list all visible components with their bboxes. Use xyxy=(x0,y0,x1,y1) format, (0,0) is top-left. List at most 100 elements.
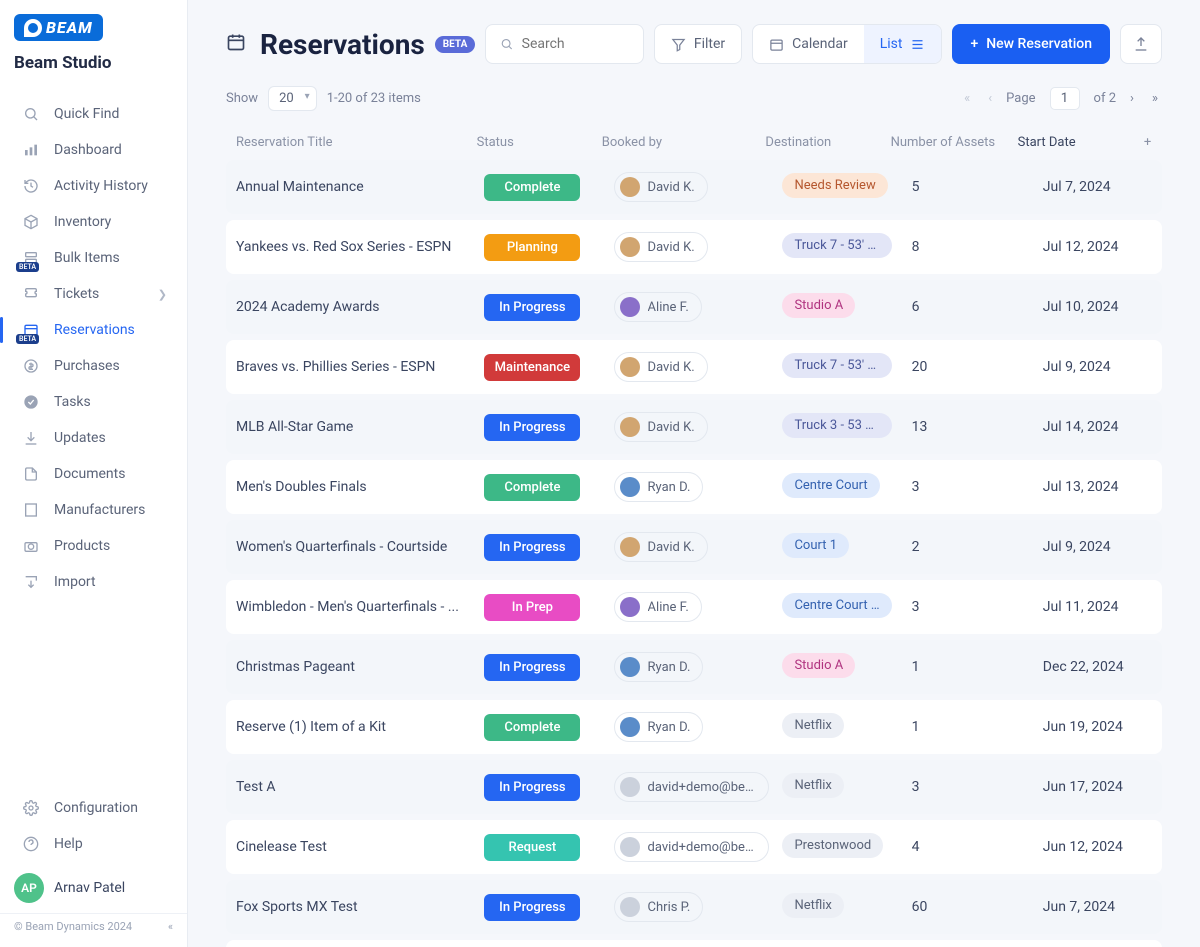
page-input[interactable] xyxy=(1050,87,1080,110)
sidebar: BEAM Beam Studio Quick FindDashboardActi… xyxy=(0,0,188,947)
logo[interactable]: BEAM xyxy=(0,0,187,41)
filter-button[interactable]: Filter xyxy=(654,24,742,64)
cell-destination: Truck 7 - 53' HD xyxy=(782,353,911,382)
cell-assets: 3 xyxy=(912,599,1043,615)
toolbar: Show 20 1-20 of 23 items « ‹ Page of 2 ›… xyxy=(188,84,1200,125)
col-status[interactable]: Status xyxy=(477,135,602,150)
col-assets[interactable]: Number of Assets xyxy=(891,135,1018,150)
sidebar-item-import[interactable]: Import xyxy=(6,565,181,599)
cell-assets: 1 xyxy=(912,719,1043,735)
sidebar-item-inventory[interactable]: Inventory xyxy=(6,205,181,239)
sidebar-item-reservations[interactable]: ReservationsBETA xyxy=(6,313,181,347)
plus-icon: + xyxy=(970,36,978,52)
check-icon xyxy=(20,394,42,410)
cell-assets: 3 xyxy=(912,779,1043,795)
studio-name: Beam Studio xyxy=(0,41,187,91)
cell-destination: Netflix xyxy=(782,773,911,802)
list-icon xyxy=(910,37,925,52)
cell-date: Jun 19, 2024 xyxy=(1043,719,1162,735)
cell-date: Dec 22, 2024 xyxy=(1043,659,1162,675)
sidebar-item-bulk-items[interactable]: Bulk ItemsBETA xyxy=(6,241,181,275)
upload-button[interactable] xyxy=(1120,24,1162,64)
sidebar-item-purchases[interactable]: Purchases xyxy=(6,349,181,383)
beta-badge: BETA xyxy=(16,334,39,344)
sidebar-item-dashboard[interactable]: Dashboard xyxy=(6,133,181,167)
table-row[interactable]: Women's Quarterfinals - CourtsideIn Prog… xyxy=(226,520,1162,574)
cell-assets: 20 xyxy=(912,359,1043,375)
col-booked[interactable]: Booked by xyxy=(602,135,766,150)
table-row[interactable]: Men's Doubles FinalsCompleteRyan D.Centr… xyxy=(226,460,1162,514)
table-row[interactable]: College World Series - OmahaIn ProgressD… xyxy=(226,940,1162,947)
cell-booked: Ryan D. xyxy=(614,652,783,682)
table-row[interactable]: Fox Sports MX TestIn ProgressChris P.Net… xyxy=(226,880,1162,934)
cell-destination: Netflix xyxy=(782,713,911,742)
prev-page-icon[interactable]: ‹ xyxy=(984,87,996,110)
cell-assets: 4 xyxy=(912,839,1043,855)
new-reservation-button[interactable]: + New Reservation xyxy=(952,24,1110,64)
cell-status: In Progress xyxy=(484,294,613,321)
cell-date: Jul 11, 2024 xyxy=(1043,599,1162,615)
col-date[interactable]: Start Date xyxy=(1018,135,1134,150)
main: Reservations BETA Filter Calendar List +… xyxy=(188,0,1200,947)
down-icon xyxy=(20,430,42,446)
list-view-button[interactable]: List xyxy=(864,25,942,63)
cell-title: Wimbledon - Men's Quarterfinals - ... xyxy=(226,599,484,615)
sidebar-item-manufacturers[interactable]: Manufacturers xyxy=(6,493,181,527)
table-row[interactable]: MLB All-Star GameIn ProgressDavid K.Truc… xyxy=(226,400,1162,454)
sidebar-item-quick-find[interactable]: Quick Find xyxy=(6,97,181,131)
beta-badge: BETA xyxy=(435,36,476,53)
collapse-sidebar-icon[interactable]: « xyxy=(168,920,173,933)
col-title[interactable]: Reservation Title xyxy=(226,135,477,150)
chevron-right-icon: ❯ xyxy=(158,288,167,301)
first-page-icon[interactable]: « xyxy=(960,87,974,110)
table-row[interactable]: 2024 Academy AwardsIn ProgressAline F.St… xyxy=(226,280,1162,334)
cell-assets: 2 xyxy=(912,539,1043,555)
cell-assets: 8 xyxy=(912,239,1043,255)
cell-assets: 1 xyxy=(912,659,1043,675)
table-row[interactable]: Reserve (1) Item of a KitCompleteRyan D.… xyxy=(226,700,1162,754)
table-row[interactable]: Braves vs. Phillies Series - ESPNMainten… xyxy=(226,340,1162,394)
cell-destination: Centre Court xyxy=(782,473,911,502)
gear-icon xyxy=(20,800,42,816)
add-column-icon[interactable]: + xyxy=(1133,135,1162,150)
calendar-icon xyxy=(226,32,246,57)
user-profile[interactable]: AP Arnav Patel xyxy=(0,863,187,913)
sidebar-item-products[interactable]: Products xyxy=(6,529,181,563)
cell-date: Jul 13, 2024 xyxy=(1043,479,1162,495)
filter-icon xyxy=(671,37,686,52)
col-dest[interactable]: Destination xyxy=(765,135,890,150)
table-row[interactable]: Test AIn Progressdavid+demo@beam...Netfl… xyxy=(226,760,1162,814)
calendar-view-button[interactable]: Calendar xyxy=(753,25,864,63)
sidebar-item-documents[interactable]: Documents xyxy=(6,457,181,491)
search-input[interactable] xyxy=(485,24,644,64)
cell-booked: Ryan D. xyxy=(614,472,783,502)
cell-booked: Aline F. xyxy=(614,592,783,622)
sidebar-item-configuration[interactable]: Configuration xyxy=(6,791,181,825)
cell-destination: Court 1 xyxy=(782,533,911,562)
table-row[interactable]: Yankees vs. Red Sox Series - ESPNPlannin… xyxy=(226,220,1162,274)
cell-assets: 60 xyxy=(912,899,1043,915)
sidebar-item-tasks[interactable]: Tasks xyxy=(6,385,181,419)
next-page-icon[interactable]: › xyxy=(1126,87,1138,110)
cell-title: Women's Quarterfinals - Courtside xyxy=(226,539,484,555)
table-row[interactable]: Cinelease TestRequestdavid+demo@beam...P… xyxy=(226,820,1162,874)
sidebar-item-tickets[interactable]: Tickets❯ xyxy=(6,277,181,311)
table-row[interactable]: Annual MaintenanceCompleteDavid K.Needs … xyxy=(226,160,1162,214)
sidebar-item-updates[interactable]: Updates xyxy=(6,421,181,455)
cell-date: Jul 14, 2024 xyxy=(1043,419,1162,435)
doc-icon xyxy=(20,466,42,482)
table-row[interactable]: Christmas PageantIn ProgressRyan D.Studi… xyxy=(226,640,1162,694)
cell-destination: Needs Review xyxy=(782,173,911,202)
page-size-select[interactable]: 20 xyxy=(268,86,317,111)
table-row[interactable]: Wimbledon - Men's Quarterfinals - ...In … xyxy=(226,580,1162,634)
last-page-icon[interactable]: » xyxy=(1148,87,1162,110)
cell-status: In Progress xyxy=(484,534,613,561)
upload-icon xyxy=(1133,36,1149,52)
cell-date: Jul 9, 2024 xyxy=(1043,359,1162,375)
cell-status: In Progress xyxy=(484,654,613,681)
sidebar-item-help[interactable]: Help xyxy=(6,827,181,861)
cell-assets: 3 xyxy=(912,479,1043,495)
sidebar-item-activity-history[interactable]: Activity History xyxy=(6,169,181,203)
cell-date: Jun 17, 2024 xyxy=(1043,779,1162,795)
user-name: Arnav Patel xyxy=(54,880,125,896)
